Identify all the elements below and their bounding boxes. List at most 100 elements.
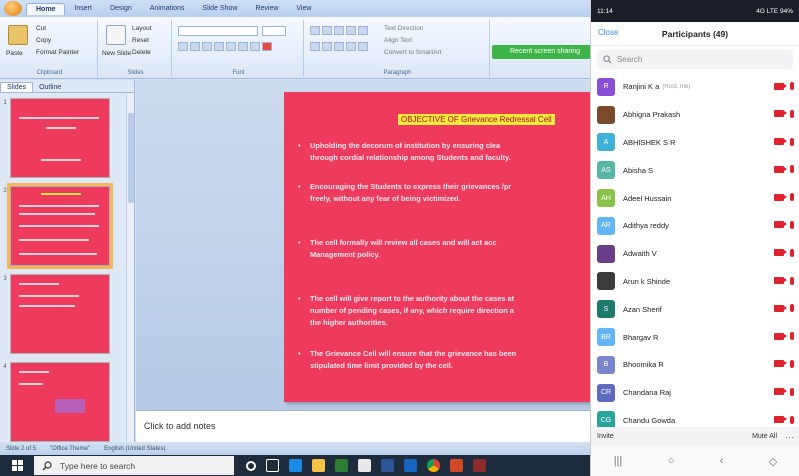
slide-title[interactable]: OBJECTIVE OF Grievance Redressal Cell xyxy=(398,114,555,125)
more-options-button[interactable]: ··· xyxy=(785,432,794,442)
participant-row[interactable]: Abhigna Prakash xyxy=(591,101,799,129)
tab-slide-show[interactable]: Slide Show xyxy=(193,3,246,14)
back-icon[interactable]: ‹ xyxy=(720,455,724,467)
align-left-button[interactable] xyxy=(310,42,320,51)
thumbnail-scrollbar[interactable] xyxy=(126,93,134,442)
participant-row[interactable]: AR Adithya reddy xyxy=(591,212,799,240)
bullets-button[interactable] xyxy=(310,26,320,35)
char-spacing-button[interactable] xyxy=(238,42,248,51)
font-color-button[interactable] xyxy=(262,42,272,51)
participant-row[interactable]: R Ranjini K a (Host, me) xyxy=(591,73,799,101)
tab-home[interactable]: Home xyxy=(26,2,66,15)
participant-row[interactable]: S Azan Sherif xyxy=(591,295,799,323)
underline-button[interactable] xyxy=(202,42,212,51)
word-icon[interactable] xyxy=(381,459,394,472)
italic-button[interactable] xyxy=(190,42,200,51)
tab-review[interactable]: Review xyxy=(246,3,287,14)
slide-bullet[interactable]: The cell formally will review all cases … xyxy=(298,237,588,261)
new-slide-icon[interactable] xyxy=(106,25,126,45)
slide-thumbnail-1[interactable] xyxy=(10,98,110,178)
new-slide-button[interactable]: New Slide xyxy=(102,50,131,57)
task-view-icon[interactable] xyxy=(266,459,279,472)
language-status[interactable]: English (United States) xyxy=(104,446,165,452)
font-name-dropdown[interactable] xyxy=(178,26,258,36)
tab-view[interactable]: View xyxy=(287,3,320,14)
copy-button[interactable]: Copy xyxy=(36,37,51,44)
scrollbar-thumb[interactable] xyxy=(128,113,134,203)
layout-button[interactable]: Layout xyxy=(132,25,152,32)
participant-row[interactable]: AH Adeel Hussain xyxy=(591,184,799,212)
bold-button[interactable] xyxy=(178,42,188,51)
align-text-button[interactable]: Align Text xyxy=(384,37,412,44)
file-explorer-icon[interactable] xyxy=(312,459,325,472)
edge-icon[interactable] xyxy=(404,459,417,472)
close-button[interactable]: Close xyxy=(598,28,618,37)
align-right-button[interactable] xyxy=(334,42,344,51)
slide-thumbnail-3[interactable] xyxy=(10,274,110,354)
participant-row[interactable]: B Bhoomika R xyxy=(591,351,799,379)
participant-row[interactable]: BR Bhargav R xyxy=(591,323,799,351)
home-icon[interactable]: ○ xyxy=(668,455,675,467)
taskbar-search-box[interactable]: Type here to search xyxy=(34,456,234,475)
change-case-button[interactable] xyxy=(250,42,260,51)
video-icon[interactable] xyxy=(473,459,486,472)
tab-animations[interactable]: Animations xyxy=(141,3,194,14)
screen-rotate-icon[interactable]: ◇ xyxy=(769,455,777,468)
cortana-icon[interactable] xyxy=(246,460,256,471)
bullet-line: The cell will give report to the authori… xyxy=(310,294,515,303)
convert-smartart-button[interactable]: Convert to SmartArt xyxy=(384,49,441,56)
columns-button[interactable] xyxy=(358,42,368,51)
participant-row[interactable]: CG Chandu Gowda xyxy=(591,407,799,427)
start-button[interactable] xyxy=(0,455,34,476)
store-icon[interactable] xyxy=(289,459,302,472)
screen-share-banner[interactable]: Recent screen sharing xyxy=(492,45,590,59)
notes-pane[interactable]: Click to add notes xyxy=(136,410,590,442)
format-painter-button[interactable]: Format Painter xyxy=(36,49,79,56)
justify-button[interactable] xyxy=(346,42,356,51)
participant-search-input[interactable]: Search xyxy=(597,50,793,69)
slide-bullet[interactable]: Upholding the decorum of institution by … xyxy=(298,140,588,164)
slide-thumbnail-2[interactable] xyxy=(7,183,113,269)
participant-row[interactable]: AS Abisha S xyxy=(591,156,799,184)
mute-all-button[interactable]: Mute All xyxy=(752,433,777,440)
shadow-button[interactable] xyxy=(226,42,236,51)
paste-icon[interactable] xyxy=(8,25,28,45)
cut-button[interactable]: Cut xyxy=(36,25,46,32)
delete-slide-button[interactable]: Delete xyxy=(132,49,151,56)
current-slide[interactable]: OBJECTIVE OF Grievance Redressal Cell Up… xyxy=(284,92,590,402)
center-button[interactable] xyxy=(322,42,332,51)
line-spacing-button[interactable] xyxy=(358,26,368,35)
mail-icon[interactable] xyxy=(358,459,371,472)
slide-thumbnail-4[interactable] xyxy=(10,362,110,442)
slide-bullet[interactable]: The Grievance Cell will ensure that the … xyxy=(298,348,588,372)
clipboard-group: Paste Cut Copy Format Painter Clipboard xyxy=(2,20,98,77)
slide-bullet[interactable]: The cell will give report to the authori… xyxy=(298,293,588,329)
slides-thumbnail-panel: Slides Outline 1 2 3 4 xyxy=(0,80,135,442)
excel-icon[interactable] xyxy=(335,459,348,472)
participant-row[interactable]: A ABHISHEK S R xyxy=(591,129,799,157)
tab-insert[interactable]: Insert xyxy=(65,3,101,14)
chrome-icon[interactable] xyxy=(427,459,440,472)
tab-outline[interactable]: Outline xyxy=(33,83,67,92)
powerpoint-icon[interactable] xyxy=(450,459,463,472)
tab-design[interactable]: Design xyxy=(101,3,141,14)
increase-indent-button[interactable] xyxy=(346,26,356,35)
thumb-chart xyxy=(55,399,85,413)
tab-slides[interactable]: Slides xyxy=(0,82,34,92)
numbering-button[interactable] xyxy=(322,26,332,35)
participant-row[interactable]: CR Chandana Raj xyxy=(591,379,799,407)
invite-button[interactable]: Invite xyxy=(597,433,614,440)
paste-button[interactable]: Paste xyxy=(6,50,23,57)
participant-name: Azan Sherif xyxy=(623,304,662,314)
decrease-indent-button[interactable] xyxy=(334,26,344,35)
participant-row[interactable]: Arun k Shinde xyxy=(591,268,799,296)
participant-row[interactable]: Adwaith V xyxy=(591,240,799,268)
office-button-icon[interactable] xyxy=(4,1,22,16)
reset-button[interactable]: Reset xyxy=(132,37,149,44)
font-size-dropdown[interactable] xyxy=(262,26,286,36)
recent-apps-icon[interactable]: ||| xyxy=(614,455,623,467)
slide-bullet[interactable]: Encouraging the Students to express thei… xyxy=(298,181,588,205)
strikethrough-button[interactable] xyxy=(214,42,224,51)
participant-list: R Ranjini K a (Host, me) Abhigna Prakash A AB… xyxy=(591,73,799,427)
text-direction-button[interactable]: Text Direction xyxy=(384,25,423,32)
